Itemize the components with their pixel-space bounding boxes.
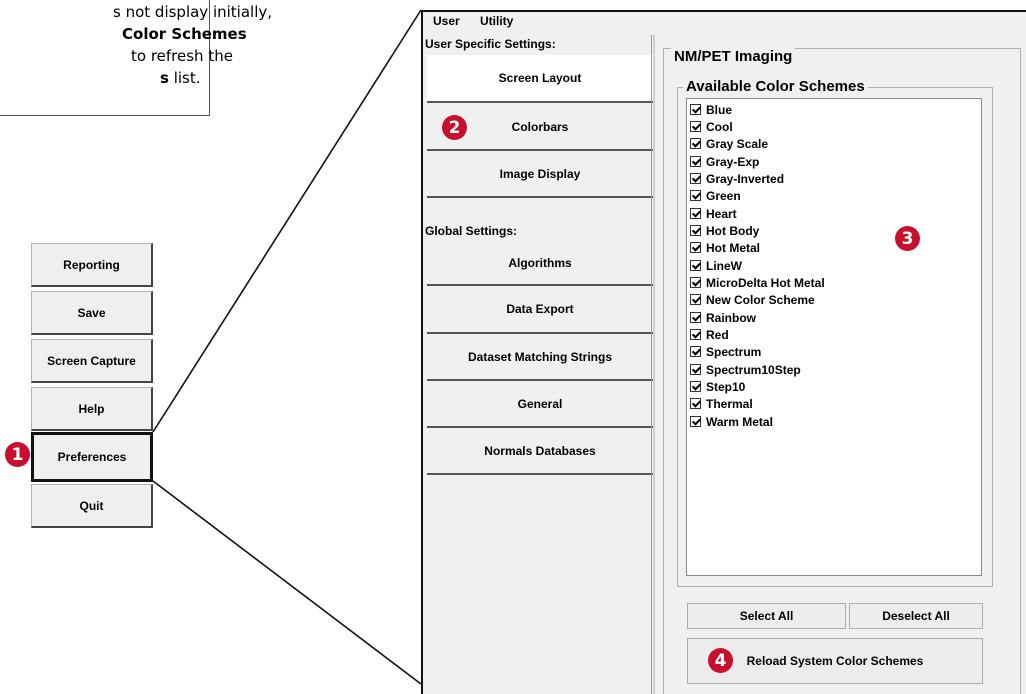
list-item[interactable]: Warm Metal [690,413,773,430]
deselect-all-button[interactable]: Deselect All [849,603,983,629]
tab-normals-databases[interactable]: Normals Databases [427,428,653,475]
menu-user[interactable]: User [433,14,460,28]
checkbox-checked-icon[interactable] [690,104,701,115]
list-item[interactable]: Gray Scale [690,135,768,152]
list-item[interactable]: MicroDelta Hot Metal [690,274,825,291]
list-item[interactable]: LineW [690,257,742,274]
list-item[interactable]: Thermal [690,395,753,412]
callout-badge-4: 4 [708,648,733,673]
list-item[interactable]: Rainbow [690,309,756,326]
checkbox-checked-icon[interactable] [690,208,701,219]
callout-badge-2: 2 [442,115,467,140]
tab-dataset-matching-strings[interactable]: Dataset Matching Strings [427,334,653,381]
panel-separator [653,35,655,694]
checkbox-checked-icon[interactable] [690,260,701,271]
menu-utility[interactable]: Utility [480,14,513,28]
list-item[interactable]: Hot Body [690,222,759,239]
list-item[interactable]: Spectrum [690,343,761,360]
checkbox-checked-icon[interactable] [690,312,701,323]
help-button[interactable]: Help [31,387,153,431]
checkbox-checked-icon[interactable] [690,346,701,357]
global-settings-label: Global Settings: [425,224,518,238]
menu-bar: User Utility [423,12,1026,30]
list-item[interactable]: Cool [690,118,733,135]
list-item[interactable]: Red [690,326,729,343]
select-all-button[interactable]: Select All [687,603,846,629]
list-item[interactable]: Step10 [690,378,745,395]
list-item[interactable]: New Color Scheme [690,291,815,308]
checkbox-checked-icon[interactable] [690,121,701,132]
nm-pet-imaging-title: NM/PET Imaging [671,48,796,65]
checkbox-checked-icon[interactable] [690,329,701,340]
tab-algorithms[interactable]: Algorithms [427,241,653,286]
checkbox-checked-icon[interactable] [690,190,701,201]
note-line-2: Color Schemes [122,25,247,43]
callout-badge-1: 1 [5,442,30,467]
checkbox-checked-icon[interactable] [690,398,701,409]
list-item[interactable]: Spectrum10Step [690,361,801,378]
tab-image-display[interactable]: Image Display [427,151,653,198]
tab-panel-divider [651,35,652,694]
color-schemes-list[interactable]: Blue Cool Gray Scale Gray-Exp Gray-Inver… [686,98,982,576]
checkbox-checked-icon[interactable] [690,242,701,253]
checkbox-checked-icon[interactable] [690,173,701,184]
list-item[interactable]: Gray-Inverted [690,170,784,187]
checkbox-checked-icon[interactable] [690,138,701,149]
checkbox-checked-icon[interactable] [690,156,701,167]
tab-data-export[interactable]: Data Export [427,286,653,334]
reporting-button[interactable]: Reporting [31,243,153,287]
note-line-1: s not display initially, [113,3,273,21]
list-item[interactable]: Hot Metal [690,239,760,256]
list-item[interactable]: Heart [690,205,737,222]
list-item[interactable]: Gray-Exp [690,153,759,170]
tab-screen-layout[interactable]: Screen Layout [427,55,653,103]
available-color-schemes-title: Available Color Schemes [683,78,868,95]
tab-general[interactable]: General [427,381,653,428]
user-specific-settings-label: User Specific Settings: [425,37,556,51]
checkbox-checked-icon[interactable] [690,364,701,375]
checkbox-checked-icon[interactable] [690,416,701,427]
checkbox-checked-icon[interactable] [690,277,701,288]
save-button[interactable]: Save [31,291,153,335]
checkbox-checked-icon[interactable] [690,381,701,392]
preferences-dialog: User Utility User Specific Settings: Scr… [421,10,1026,694]
note-line-3: to refresh the [131,47,233,65]
checkbox-checked-icon[interactable] [690,225,701,236]
checkbox-checked-icon[interactable] [690,294,701,305]
list-item[interactable]: Green [690,187,741,204]
instruction-note: s not display initially, Color Schemes t… [0,0,272,116]
screen-capture-button[interactable]: Screen Capture [31,339,153,383]
callout-badge-3: 3 [895,226,920,251]
list-item[interactable]: Blue [690,101,732,118]
preferences-button[interactable]: Preferences [31,432,153,482]
note-line-4: s list. [160,69,201,87]
quit-button[interactable]: Quit [31,484,153,528]
